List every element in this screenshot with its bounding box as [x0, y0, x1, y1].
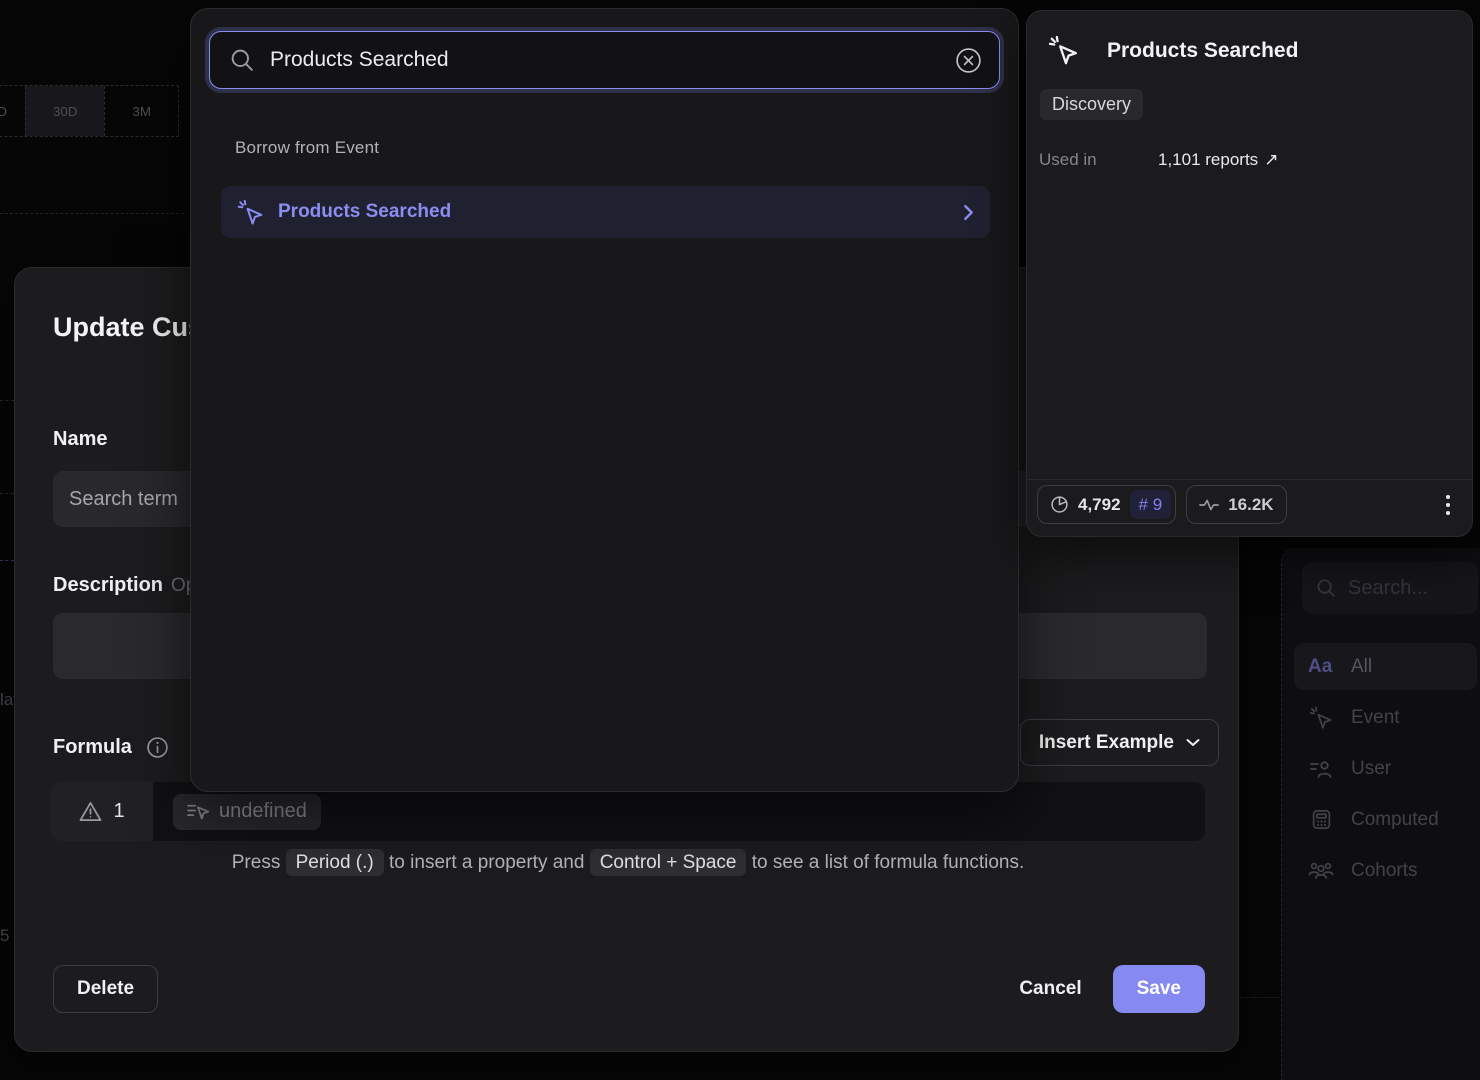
event-cursor-icon — [1048, 35, 1079, 66]
used-in-row: Used in 1,101 reports ↗ — [1039, 150, 1278, 170]
background-gridline — [0, 400, 14, 401]
time-range-selector: D 30D 3M — [0, 85, 179, 137]
background-gridline — [1240, 997, 1282, 998]
info-icon[interactable] — [146, 736, 169, 759]
kebab-menu-icon[interactable] — [1440, 489, 1456, 521]
sidebar-item-all[interactable]: Aa All — [1294, 643, 1477, 690]
formula-label: Formula — [53, 736, 132, 759]
sidebar-item-label: User — [1351, 758, 1391, 780]
time-range-30d[interactable]: 30D — [25, 86, 104, 136]
background-axis-label: 5 — [0, 926, 9, 946]
property-search-popover: Borrow from Event Products Searched — [190, 8, 1019, 792]
search-input[interactable] — [268, 47, 954, 73]
help-lead: Press — [232, 852, 281, 873]
error-count: 1 — [113, 800, 124, 823]
used-in-reports-link[interactable]: 1,101 reports — [1158, 150, 1258, 170]
sidebar-item-cohorts[interactable]: Cohorts — [1294, 847, 1477, 894]
background-gridline — [0, 560, 14, 561]
user-icon — [1308, 760, 1334, 778]
event-card-header: Products Searched — [1048, 35, 1298, 66]
app-screen: D 30D 3M lay 5 Aa All — [0, 0, 1480, 1080]
save-button[interactable]: Save — [1113, 965, 1205, 1013]
user-count-value: 4,792 — [1078, 495, 1121, 515]
sidebar-item-list: Aa All Event Use — [1294, 643, 1477, 894]
sidebar-item-user[interactable]: User — [1294, 745, 1477, 792]
used-in-label: Used in — [1039, 150, 1158, 170]
external-link-arrow-icon: ↗ — [1264, 150, 1278, 170]
sidebar-item-label: Cohorts — [1351, 860, 1418, 882]
event-stats-footer: 4,792 # 9 16.2K — [1037, 485, 1456, 524]
name-label: Name — [53, 428, 107, 451]
category-badge: Discovery — [1040, 89, 1143, 120]
clear-search-icon[interactable] — [954, 46, 983, 75]
help-tail: to see a list of formula functions. — [752, 852, 1024, 873]
event-title: Products Searched — [1107, 39, 1298, 63]
sidebar-search-box[interactable] — [1302, 562, 1478, 614]
insert-example-label: Insert Example — [1039, 732, 1174, 754]
volume-value: 16.2K — [1228, 495, 1273, 515]
sidebar-item-label: All — [1351, 656, 1372, 678]
card-footer-divider — [1027, 479, 1472, 480]
search-icon — [1316, 578, 1336, 598]
chip-label: undefined — [219, 800, 307, 823]
event-cursor-icon — [1308, 706, 1334, 730]
formula-error-badge: 1 — [51, 782, 153, 841]
delete-button[interactable]: Delete — [53, 965, 158, 1013]
search-icon — [230, 48, 254, 72]
modal-footer-actions: Cancel Save — [1019, 965, 1205, 1013]
cancel-button[interactable]: Cancel — [1019, 978, 1081, 1000]
warning-icon — [79, 801, 102, 822]
section-label: Borrow from Event — [235, 138, 379, 158]
event-details-card: Products Searched Discovery Used in 1,10… — [1026, 10, 1473, 537]
user-count-stat: 4,792 # 9 — [1037, 485, 1176, 524]
search-field[interactable] — [209, 31, 1000, 89]
time-range-partial[interactable]: D — [0, 86, 25, 136]
pulse-icon — [1199, 498, 1219, 512]
sidebar-search-input[interactable] — [1346, 576, 1450, 601]
formula-label-row: Formula — [53, 736, 169, 759]
property-type-sidebar: Aa All Event Use — [1281, 548, 1480, 1080]
search-result-products-searched[interactable]: Products Searched — [221, 186, 990, 238]
chevron-right-icon — [963, 204, 974, 221]
sidebar-item-label: Event — [1351, 707, 1400, 729]
sidebar-item-computed[interactable]: Computed — [1294, 796, 1477, 843]
background-panel-edge — [0, 213, 184, 214]
event-cursor-icon — [237, 199, 264, 226]
result-label: Products Searched — [278, 201, 451, 223]
time-range-3m[interactable]: 3M — [104, 86, 178, 136]
formula-help-text: Press Period (.) to insert a property an… — [53, 852, 1203, 874]
text-type-icon: Aa — [1308, 656, 1334, 678]
kbd-period: Period (.) — [286, 849, 384, 876]
cohorts-icon — [1308, 861, 1334, 880]
help-middle: to insert a property and — [389, 852, 584, 873]
insert-example-button[interactable]: Insert Example — [1020, 719, 1219, 766]
chevron-down-icon — [1186, 738, 1200, 747]
calculator-icon — [1308, 809, 1334, 830]
description-label: Description — [53, 574, 163, 597]
background-gridline — [0, 493, 14, 494]
pie-chart-icon — [1050, 495, 1069, 514]
sidebar-item-label: Computed — [1351, 809, 1439, 831]
formula-undefined-chip[interactable]: undefined — [173, 794, 321, 830]
kbd-control-space: Control + Space — [590, 849, 747, 876]
sidebar-item-event[interactable]: Event — [1294, 694, 1477, 741]
custom-property-icon — [187, 803, 210, 820]
volume-stat: 16.2K — [1186, 485, 1286, 524]
rank-badge: # 9 — [1130, 490, 1172, 519]
